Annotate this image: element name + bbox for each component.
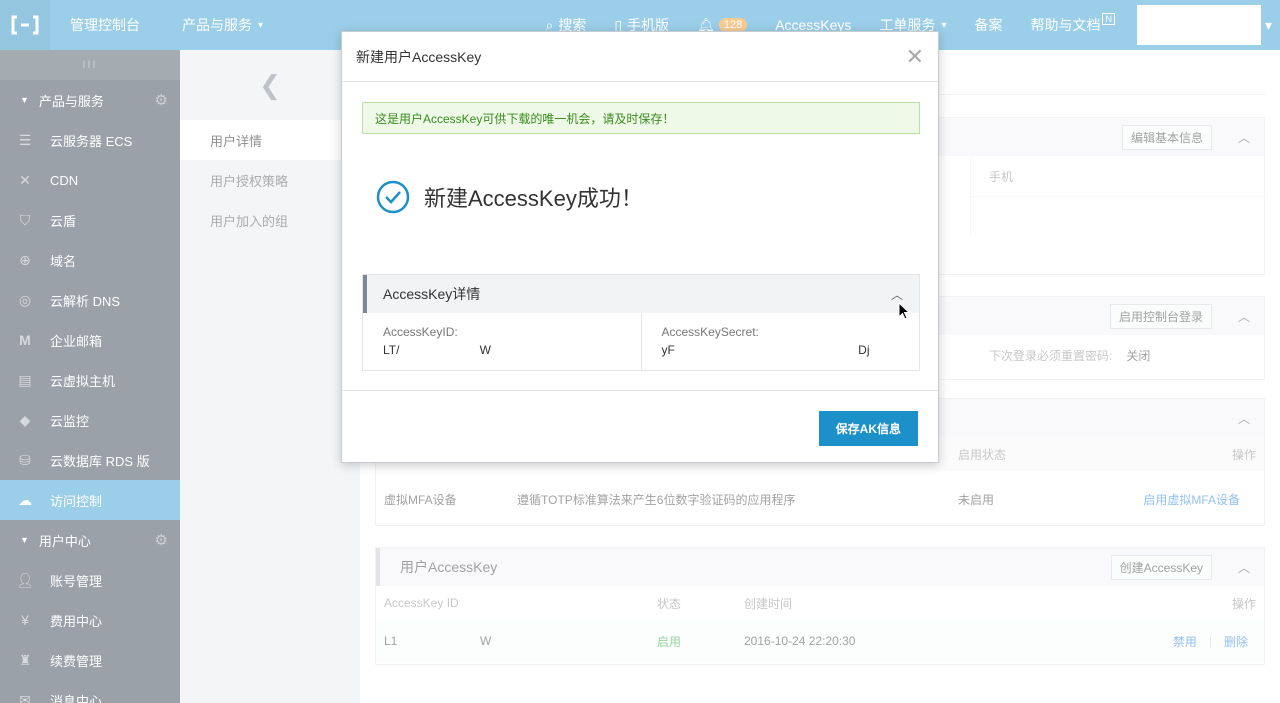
accesskey-details-title: AccessKey详情 — [383, 286, 481, 302]
success-text: 新建AccessKey成功！ — [424, 186, 643, 211]
accesskey-secret-label: AccessKeySecret: — [661, 325, 759, 339]
accesskey-secret-end: Dj — [858, 343, 870, 357]
dialog-title: 新建用户AccessKey — [356, 48, 482, 65]
accesskey-details: AccessKey详情 ︿ AccessKeyID: LT/ W AccessK… — [362, 274, 920, 371]
chevron-up-icon[interactable]: ︿ — [887, 286, 907, 303]
accesskey-id-value[interactable]: LT/ W — [383, 343, 491, 357]
accesskey-id-start: LT/ — [383, 343, 400, 357]
success-message: 新建AccessKey成功！ — [376, 180, 643, 214]
save-ak-info-button[interactable]: 保存AK信息 — [818, 411, 918, 446]
accesskey-secret-value[interactable]: yF Dj — [662, 343, 870, 357]
close-icon[interactable]: ✕ — [906, 45, 924, 68]
new-accesskey-dialog: 新建用户AccessKey ✕ 这是用户AccessKey可供下载的唯一机会，请… — [341, 31, 939, 463]
save-warning-alert: 这是用户AccessKey可供下载的唯一机会，请及时保存！ — [362, 102, 920, 134]
accesskey-id-label: AccessKeyID: — [383, 325, 458, 339]
accesskey-id-end: W — [479, 343, 491, 357]
accesskey-details-header[interactable]: AccessKey详情 ︿ — [363, 275, 919, 313]
accesskey-details-body: AccessKeyID: LT/ W AccessKeySecret: yF D… — [363, 313, 919, 370]
mouse-cursor-icon — [898, 302, 910, 320]
accesskey-secret-field: AccessKeySecret: yF Dj — [640, 313, 920, 370]
check-circle-icon — [376, 180, 410, 214]
accesskey-secret-start: yF — [661, 343, 675, 357]
accesskey-id-field: AccessKeyID: LT/ W — [363, 313, 641, 370]
dialog-header: 新建用户AccessKey ✕ — [342, 32, 938, 82]
dialog-footer: 保存AK信息 — [342, 390, 938, 462]
